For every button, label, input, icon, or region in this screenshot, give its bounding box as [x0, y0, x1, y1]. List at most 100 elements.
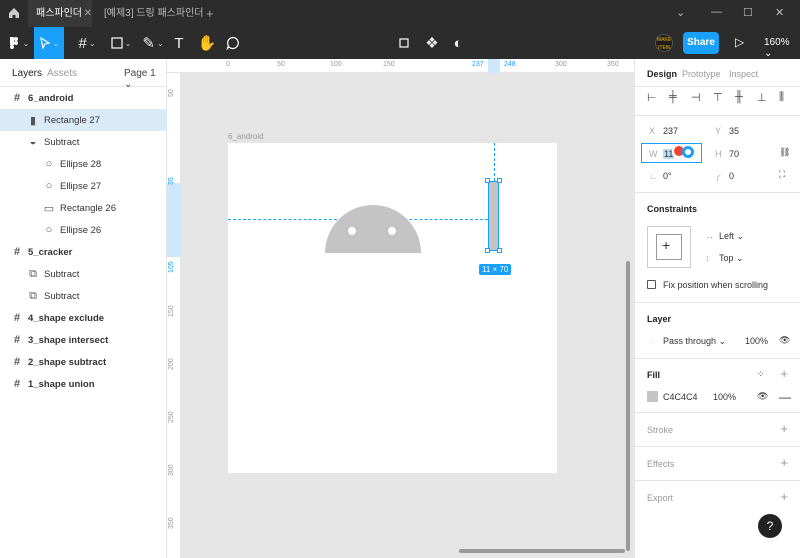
- fix-position-checkbox[interactable]: [647, 280, 656, 289]
- fill-swatch[interactable]: [647, 391, 658, 402]
- contrast-icon[interactable]: ◐: [443, 27, 473, 59]
- help-button[interactable]: ?: [758, 514, 782, 538]
- layer-row[interactable]: #5_cracker: [0, 241, 167, 263]
- rotation-input[interactable]: 0°: [663, 171, 672, 181]
- align-left-icon[interactable]: ⊢: [647, 91, 657, 104]
- constraints-widget[interactable]: +: [647, 226, 691, 268]
- tab-layers[interactable]: Layers: [12, 68, 42, 79]
- align-center-h-icon[interactable]: ╪: [669, 91, 677, 103]
- comment-tool-icon[interactable]: [218, 27, 248, 59]
- x-input[interactable]: 237: [663, 126, 678, 136]
- zoom-dropdown[interactable]: 160% ⌄: [764, 37, 800, 59]
- tab-prototype[interactable]: Prototype: [682, 69, 721, 79]
- properties-panel: Design Prototype Inspect ⊢ ╪ ⊣ ⊤ ╫ ⊥ ⫼ X…: [634, 59, 800, 558]
- layer-row[interactable]: #4_shape exclude: [0, 307, 167, 329]
- close-tab-icon[interactable]: ✕: [84, 0, 92, 27]
- layer-row[interactable]: ⧉ Subtract: [0, 285, 167, 307]
- layer-label: 3_shape intersect: [28, 334, 109, 346]
- style-grid-icon[interactable]: ⁘: [757, 369, 765, 380]
- fill-visibility-eye-icon[interactable]: 👁: [757, 391, 768, 402]
- layer-row[interactable]: ⧉ Subtract: [0, 263, 167, 285]
- text-tool-icon[interactable]: T: [164, 27, 194, 59]
- constrain-proportions-icon[interactable]: ⛓: [779, 147, 790, 158]
- align-right-icon[interactable]: ⊣: [691, 91, 701, 104]
- canvas[interactable]: 6_android 11 × 70: [181, 73, 634, 558]
- resize-handle-tr[interactable]: [497, 178, 502, 183]
- resize-handle-bl[interactable]: [485, 248, 490, 253]
- present-icon[interactable]: ▷: [735, 35, 744, 49]
- chevron-down-icon[interactable]: ⌄: [676, 6, 685, 19]
- avatar[interactable]: MAKE ITEM: [655, 34, 673, 52]
- divider: [635, 86, 800, 87]
- layer-row[interactable]: #3_shape intersect: [0, 329, 167, 351]
- visibility-eye-icon[interactable]: 👁: [779, 335, 790, 346]
- resize-handle-tl[interactable]: [485, 178, 490, 183]
- fill-hex-input[interactable]: C4C4C4: [663, 392, 698, 402]
- close-window-icon[interactable]: ✕: [775, 6, 784, 19]
- vertical-constraint-select[interactable]: Top ⌄: [719, 253, 744, 264]
- tab-design[interactable]: Design: [647, 69, 677, 79]
- minimize-icon[interactable]: —: [711, 6, 722, 18]
- tab-assets[interactable]: Assets: [47, 68, 77, 79]
- ruler-tick: 150: [168, 305, 175, 317]
- layer-row[interactable]: ▮ Rectangle 27: [0, 109, 167, 131]
- tab-example3[interactable]: [예제3] 드링 패스파인더: [96, 0, 211, 27]
- plus-icon: +: [662, 237, 671, 253]
- layer-row[interactable]: ▭ Rectangle 26: [0, 197, 167, 219]
- home-icon[interactable]: [7, 6, 23, 22]
- fill-opacity-input[interactable]: 100%: [713, 392, 736, 402]
- layer-row[interactable]: ○ Ellipse 26: [0, 219, 167, 241]
- add-export-icon[interactable]: +: [780, 489, 788, 504]
- layer-opacity-input[interactable]: 100%: [745, 336, 768, 346]
- h-label: H: [715, 149, 722, 159]
- new-tab-icon[interactable]: +: [206, 6, 214, 21]
- shape-tool-icon[interactable]: ⌄: [106, 27, 136, 59]
- android-head-shape[interactable]: [325, 205, 421, 253]
- layer-row[interactable]: #6_android: [0, 87, 167, 109]
- layer-row[interactable]: ○ Ellipse 28: [0, 153, 167, 175]
- tab-pathfinder[interactable]: 패스파인더 ✕: [28, 0, 92, 27]
- crop-icon[interactable]: [389, 27, 419, 59]
- independent-corners-icon[interactable]: ⛶: [779, 169, 785, 180]
- layer-row[interactable]: ◒ Subtract: [0, 131, 167, 153]
- frame-tool-icon[interactable]: # ⌄: [72, 27, 102, 59]
- horizontal-scrollbar[interactable]: [459, 549, 625, 553]
- ruler-tick: 237: [472, 61, 484, 68]
- layer-row[interactable]: #1_shape union: [0, 373, 167, 395]
- blend-mode-icon: ◌: [649, 336, 655, 346]
- align-bottom-icon[interactable]: ⊥: [757, 91, 767, 104]
- y-input[interactable]: 35: [729, 126, 739, 136]
- horizontal-constraint-select[interactable]: Left ⌄: [719, 231, 744, 242]
- ruler-tick: 50: [168, 89, 175, 97]
- artboard-6-android[interactable]: 11 × 70: [228, 143, 557, 473]
- blend-mode-select[interactable]: Pass through ⌄: [663, 336, 726, 347]
- frame-layer-icon: #: [13, 378, 21, 390]
- android-right-eye: [388, 227, 396, 235]
- share-button[interactable]: Share: [683, 32, 719, 54]
- resize-handle-br[interactable]: [497, 248, 502, 253]
- move-tool-icon[interactable]: ⌄: [34, 27, 64, 59]
- frame-label[interactable]: 6_android: [228, 132, 264, 141]
- select-value: Pass through: [663, 336, 717, 346]
- distribute-icon[interactable]: ⫼: [779, 91, 784, 104]
- main-menu-icon[interactable]: ⌄: [4, 27, 34, 59]
- add-fill-icon[interactable]: +: [780, 366, 788, 381]
- boolean-layer-icon: ⧉: [29, 267, 37, 280]
- align-top-icon[interactable]: ⊤: [713, 91, 723, 104]
- add-stroke-icon[interactable]: +: [780, 421, 788, 436]
- layer-label: Subtract: [44, 268, 80, 280]
- tab-inspect[interactable]: Inspect: [729, 69, 758, 79]
- remove-fill-icon[interactable]: —: [779, 390, 791, 404]
- maximize-icon[interactable]: ☐: [743, 6, 753, 19]
- radius-input[interactable]: 0: [729, 171, 734, 181]
- vertical-scrollbar[interactable]: [626, 261, 630, 551]
- layer-row[interactable]: ○ Ellipse 27: [0, 175, 167, 197]
- align-middle-icon[interactable]: ╫: [735, 91, 743, 103]
- h-input[interactable]: 70: [729, 149, 739, 159]
- layer-label: 2_shape subtract: [28, 356, 107, 368]
- w-input[interactable]: 11: [663, 149, 675, 159]
- selected-rectangle[interactable]: [488, 181, 499, 251]
- layer-row[interactable]: #2_shape subtract: [0, 351, 167, 373]
- frame-layer-icon: #: [13, 312, 21, 324]
- add-effect-icon[interactable]: +: [780, 455, 788, 470]
